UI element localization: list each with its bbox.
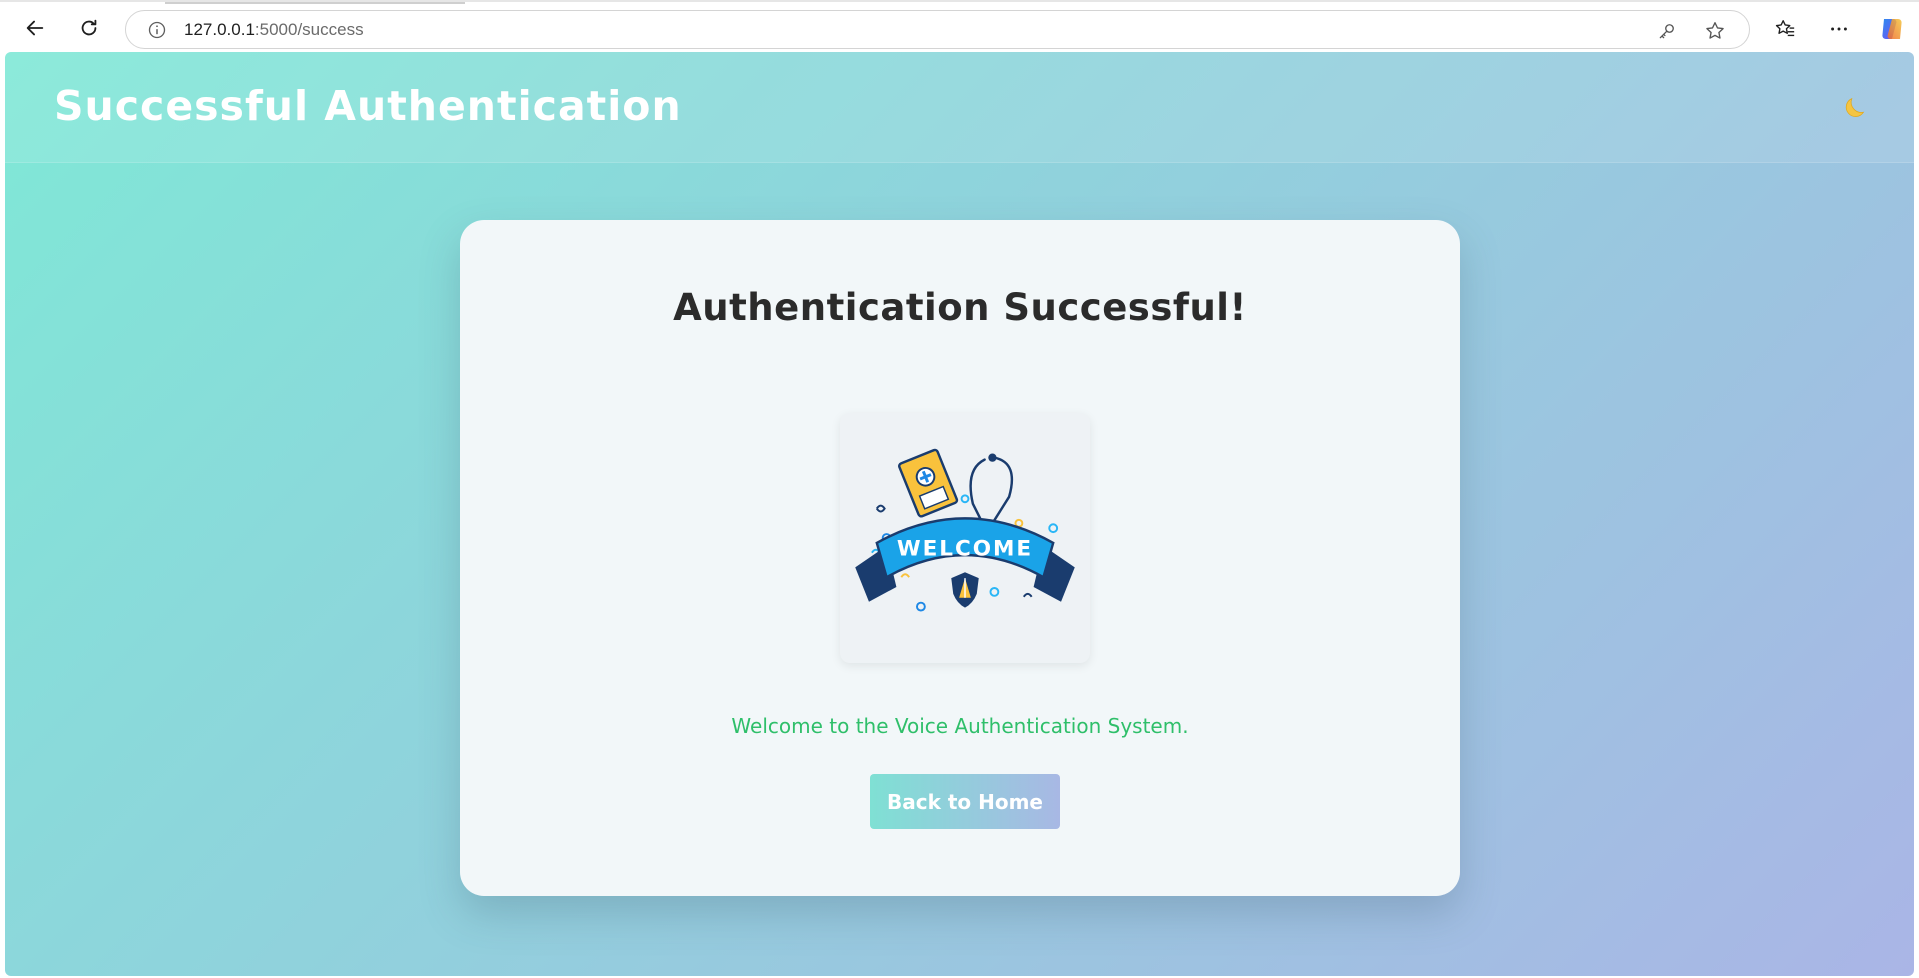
address-bar[interactable]: 127.0.0.1:5000/success	[125, 10, 1750, 49]
info-icon[interactable]	[146, 19, 168, 41]
key-icon[interactable]	[1655, 19, 1679, 43]
star-icon[interactable]	[1703, 19, 1727, 43]
back-button[interactable]	[18, 11, 52, 45]
back-arrow-icon	[26, 20, 44, 36]
page-viewport: Successful Authentication Authentication…	[5, 52, 1914, 976]
favorites-icon[interactable]	[1770, 14, 1800, 44]
tab-strip	[165, 2, 465, 4]
browser-toolbar: 127.0.0.1:5000/success	[0, 0, 1919, 52]
url-host: 127.0.0.1	[184, 19, 255, 39]
auth-success-card: Authentication Successful! WELCOME Welco…	[460, 220, 1460, 896]
theme-toggle-button[interactable]	[1838, 90, 1874, 126]
reload-icon	[81, 19, 97, 36]
welcome-message: Welcome to the Voice Authentication Syst…	[731, 714, 1189, 738]
card-heading: Authentication Successful!	[673, 286, 1247, 329]
copilot-icon[interactable]	[1878, 15, 1906, 43]
moon-icon	[1845, 97, 1865, 117]
welcome-banner-text: WELCOME	[897, 537, 1033, 562]
back-to-home-button[interactable]: Back to Home	[870, 774, 1060, 829]
url-path: :5000/success	[254, 19, 364, 39]
page-header: Successful Authentication	[5, 52, 1914, 163]
more-icon[interactable]	[1824, 14, 1854, 44]
url-text[interactable]: 127.0.0.1:5000/success	[184, 20, 364, 40]
reload-button[interactable]	[72, 11, 106, 45]
page-title: Successful Authentication	[54, 82, 682, 130]
welcome-banner-image: WELCOME	[855, 448, 1075, 612]
welcome-image: WELCOME	[840, 413, 1090, 663]
